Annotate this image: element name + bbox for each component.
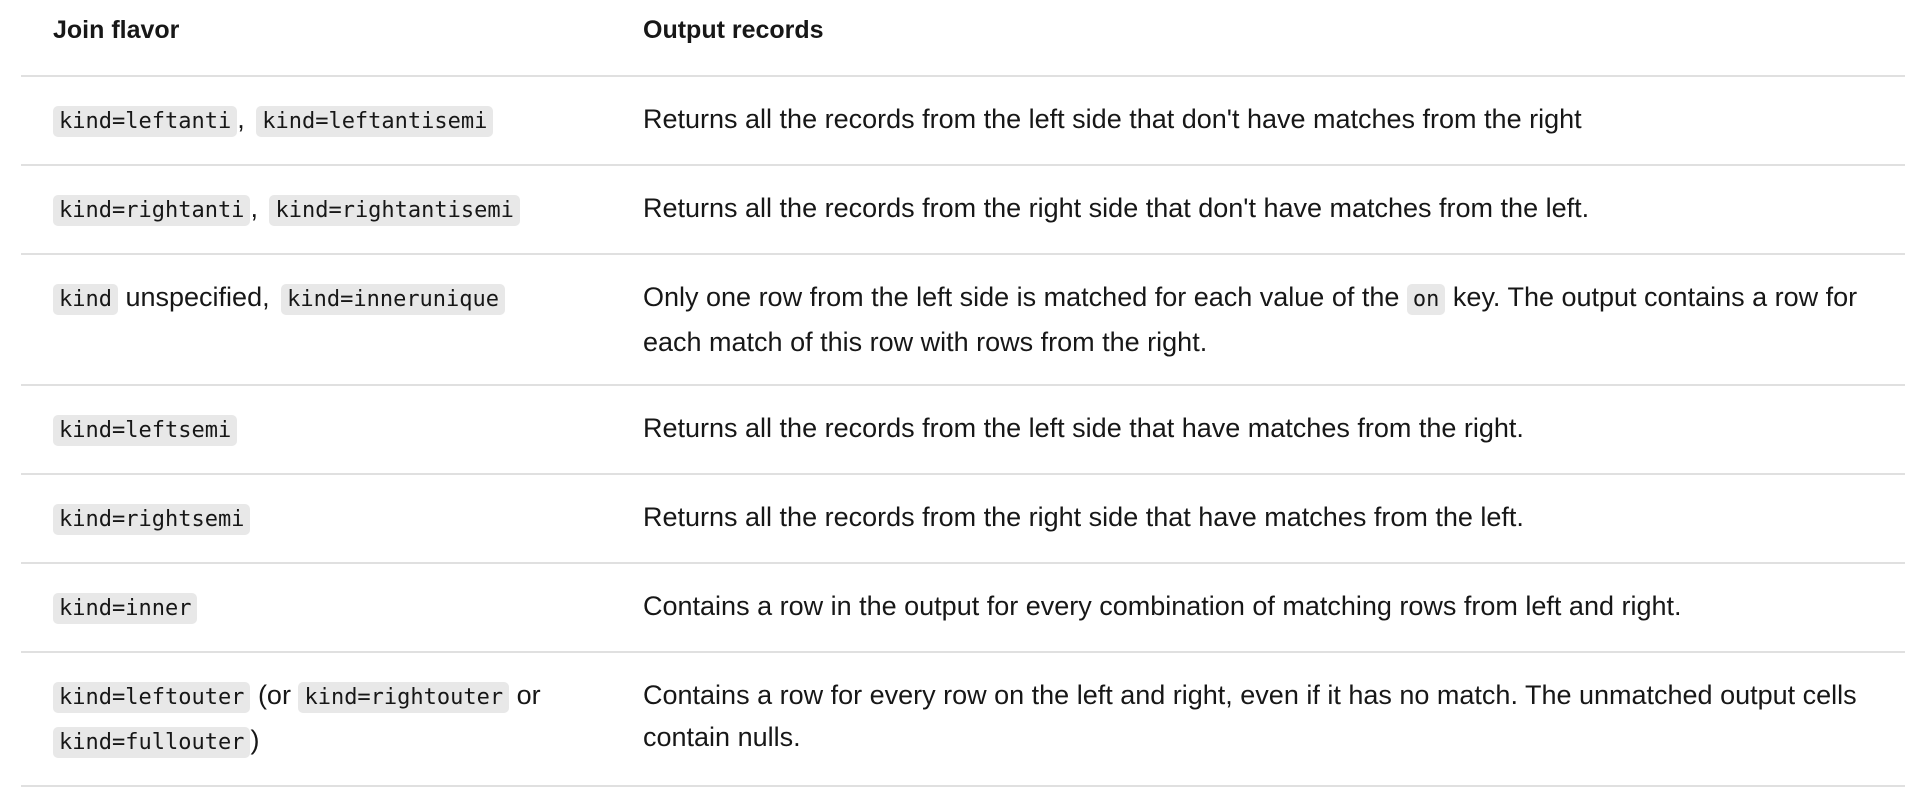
table-row: kind unspecified, kind=innerunique Only … [21,254,1905,386]
inline-code: kind=rightanti [53,195,251,226]
output-records-cell: Returns all the records from the right s… [611,474,1905,564]
column-header-output-records: Output records [611,0,1905,77]
inline-code: kind=leftanti [53,106,238,137]
separator-text: or [509,680,541,710]
separator-text: , [237,104,245,134]
output-records-cell: Returns all the records from the left si… [611,76,1905,166]
inline-code: kind=leftantisemi [256,106,494,137]
table-row: kind=rightsemi Returns all the records f… [21,474,1905,564]
inline-code: kind [53,284,118,315]
separator-text: unspecified, [117,282,270,312]
inline-code: kind=innerunique [281,284,506,315]
join-flavor-cell: kind=inner [21,563,611,653]
output-records-cell: Returns all the records from the left si… [611,385,1905,475]
inline-code: kind=rightantisemi [269,195,520,226]
table-row: kind=leftanti, kind=leftantisemi Returns… [21,76,1905,166]
separator-text: , [250,193,258,223]
join-flavor-cell: kind=leftanti, kind=leftantisemi [21,76,611,166]
table-header-row: Join flavor Output records [21,0,1905,77]
output-records-cell: Returns all the records from the right s… [611,165,1905,255]
separator-text: ) [250,725,260,755]
output-records-cell: Contains a row in the output for every c… [611,563,1905,653]
output-records-cell: Only one row from the left side is match… [611,254,1905,386]
join-flavors-table: Join flavor Output records kind=leftanti… [21,0,1905,787]
inline-code: kind=fullouter [53,727,251,758]
inline-code: kind=leftouter [53,682,251,713]
table-row: kind=inner Contains a row in the output … [21,563,1905,653]
output-records-cell: Contains a row for every row on the left… [611,652,1905,787]
inline-code: kind=inner [53,593,198,624]
inline-code: kind=leftsemi [53,415,238,446]
join-flavor-cell: kind=leftsemi [21,385,611,475]
inline-code: kind=rightouter [298,682,510,713]
table-row: kind=rightanti, kind=rightantisemi Retur… [21,165,1905,255]
inline-code: kind=rightsemi [53,504,251,535]
join-flavor-cell: kind=rightsemi [21,474,611,564]
inline-code: on [1406,284,1446,315]
join-flavors-table-container: Join flavor Output records kind=leftanti… [21,0,1905,787]
column-header-join-flavor: Join flavor [21,0,611,77]
table-row: kind=leftsemi Returns all the records fr… [21,385,1905,475]
separator-text: (or [250,680,291,710]
join-flavor-cell: kind unspecified, kind=innerunique [21,254,611,386]
join-flavor-cell: kind=leftouter (or kind=rightouter or ki… [21,652,611,787]
join-flavor-cell: kind=rightanti, kind=rightantisemi [21,165,611,255]
table-row: kind=leftouter (or kind=rightouter or ki… [21,652,1905,787]
output-text: Only one row from the left side is match… [643,282,1400,312]
